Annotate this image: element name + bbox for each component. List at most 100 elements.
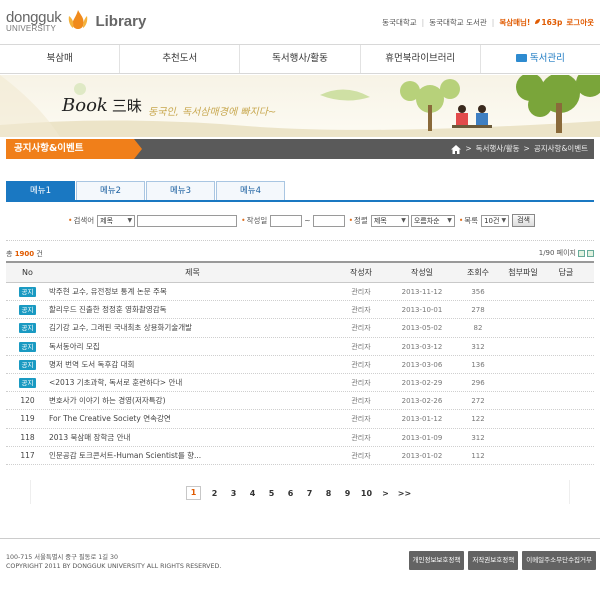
row-author: 관리자 (351, 378, 371, 387)
last-page-button[interactable]: >> (395, 489, 414, 498)
breadcrumb-item[interactable]: 독서행사/활동 (476, 139, 520, 159)
nav-human-library[interactable]: 휴먼북라이브러리 (359, 45, 480, 73)
row-author: 관리자 (351, 306, 371, 315)
row-attachment (498, 319, 548, 336)
user-points: 163p (534, 18, 562, 27)
page-current[interactable]: 1 (186, 486, 201, 500)
page-link[interactable]: 4 (243, 489, 262, 498)
row-author: 관리자 (351, 342, 371, 351)
row-title-link[interactable]: 인문공감 토크콘서트-Human Scientist를 향... (49, 447, 336, 464)
nav-recommended[interactable]: 추천도서 (119, 45, 239, 73)
date-from-input[interactable] (270, 214, 303, 227)
tab-menu3[interactable]: 메뉴3 (146, 181, 215, 200)
logo-subtext: UNIVERSITY (6, 23, 57, 33)
email-refusal-button[interactable]: 이메일주소무단수집거부 (522, 551, 596, 570)
header: dongguk UNIVERSITY Library 동국대학교 | 동국대학교… (0, 0, 600, 44)
row-title-link[interactable]: 독서동아리 모집 (49, 338, 336, 355)
row-reply (548, 283, 584, 300)
page-link[interactable]: 10 (357, 489, 376, 498)
sort-order-select[interactable]: 오름차순 ▼ (410, 214, 455, 227)
row-date: 2013-11-12 (401, 288, 443, 296)
row-reply (548, 301, 584, 318)
breadcrumb-item[interactable]: 공지사항&이벤트 (534, 139, 588, 159)
search-bar: • 검색어 제목 ▼ • 작성일 ~ • 정렬 제목 ▼ 오름차순 ▼ • 목록 10건 ▼ 검… (68, 214, 535, 227)
row-author: 관리자 (351, 415, 371, 424)
row-reply (548, 374, 584, 391)
row-title-link[interactable]: 할리우드 진출한 정정훈 영화촬영감독 (49, 301, 336, 318)
table-row[interactable]: 공지 독서동아리 모집 관리자 2013-03-12 312 (6, 338, 594, 356)
privacy-policy-button[interactable]: 개인정보보호정책 (408, 551, 465, 570)
banner-slogan: 동국인, 독서삼매경에 빠지다~ (148, 107, 277, 118)
page-size-select[interactable]: 10건 ▼ (481, 214, 510, 227)
search-button[interactable]: 검색 (512, 214, 535, 227)
table-row[interactable]: 공지 김기강 교수, 그래핀 국내최초 상용화기술개발 관리자 2013-05-02 8… (6, 319, 594, 338)
notice-table: No 제목 작성자 작성일 조회수 첨부파일 답글 공지 박주현 교수, 유전정보… (6, 261, 594, 465)
sort-field-select[interactable]: 제목 ▼ (370, 214, 409, 227)
tab-menu2[interactable]: 메뉴2 (76, 181, 145, 200)
row-reply (548, 338, 584, 355)
footer-address: 100-715 서울특별시 중구 필동로 1길 30 COPYRIGHT 201… (6, 554, 222, 570)
top-link-library[interactable]: 동국대학교 도서관 (429, 17, 487, 28)
flame-logo-icon (69, 10, 88, 29)
row-attachment (498, 447, 548, 464)
table-row[interactable]: 117 인문공감 토크콘서트-Human Scientist를 향... 관리자 20… (6, 447, 594, 465)
rss-icon[interactable] (578, 249, 585, 257)
row-author: 관리자 (351, 397, 371, 406)
page-info: 1/90 페이지 (539, 248, 594, 258)
row-date: 2013-01-02 (401, 451, 443, 460)
table-row[interactable]: 공지 명저 번역 도서 독후감 대회 관리자 2013-03-06 136 (6, 356, 594, 374)
table-row[interactable]: 공지 할리우드 진출한 정정훈 영화촬영감독 관리자 2013-10-01 278 (6, 301, 594, 320)
date-to-input[interactable] (312, 214, 345, 227)
chevron-down-icon: ▼ (501, 216, 507, 224)
banner: Book 三昧 동국인, 독서삼매경에 빠지다~ (0, 75, 600, 137)
copyright-policy-button[interactable]: 저작권보호정책 (468, 551, 519, 570)
table-row[interactable]: 공지 <2013 기초과학, 독서로 훈련하다> 안내 관리자 2013-02-29 2… (6, 374, 594, 393)
row-title-link[interactable]: 명저 번역 도서 독후감 대회 (49, 356, 336, 373)
row-title-link[interactable]: For The Creative Society 연속강연 (49, 410, 336, 427)
search-input[interactable] (137, 214, 238, 227)
table-row[interactable]: 공지 박주현 교수, 유전정보 통계 논문 주목 관리자 2013-11-12 356 (6, 283, 594, 302)
page-link[interactable]: 3 (224, 489, 243, 498)
chevron-down-icon: ▼ (127, 216, 133, 224)
row-views: 312 (471, 433, 485, 442)
search-field-select[interactable]: 제목 ▼ (97, 214, 136, 227)
row-title-link[interactable]: 박주현 교수, 유전정보 통계 논문 주목 (49, 283, 336, 300)
table-row[interactable]: 118 2013 북삼매 장학금 안내 관리자 2013-01-09 312 (6, 429, 594, 447)
nav-booksammae[interactable]: 북삼매 (0, 45, 119, 73)
row-views: 296 (471, 378, 485, 387)
nav-reading-events[interactable]: 독서행사/활동 (239, 45, 359, 73)
table-row[interactable]: 120 변호사가 이야기 하는 경영(저자특강) 관리자 2013-02-26 272 (6, 392, 594, 411)
row-title-link[interactable]: 변호사가 이야기 하는 경영(저자특강) (49, 392, 336, 409)
notice-badge: 공지 (18, 377, 37, 388)
row-views: 278 (471, 306, 485, 315)
page-link[interactable]: 6 (281, 489, 300, 498)
row-date: 2013-03-12 (401, 342, 443, 351)
row-date: 2013-02-26 (401, 397, 443, 406)
row-attachment (498, 410, 548, 427)
row-author: 관리자 (351, 360, 371, 369)
nav-reading-management[interactable]: 독서관리 (479, 45, 600, 73)
chevron-down-icon: ▼ (401, 216, 406, 224)
next-page-button[interactable]: > (376, 489, 395, 498)
tab-menu4[interactable]: 메뉴4 (216, 181, 285, 200)
banner-title: Book 三昧 (62, 95, 142, 116)
row-title-link[interactable]: <2013 기초과학, 독서로 훈련하다> 안내 (49, 374, 336, 391)
logo[interactable]: dongguk UNIVERSITY Library (6, 8, 146, 34)
divider (6, 240, 594, 241)
page-link[interactable]: 7 (300, 489, 319, 498)
pagination: 1 2 3 4 5 6 7 8 9 10 > >> (0, 486, 600, 500)
row-reply (548, 392, 584, 409)
table-row[interactable]: 119 For The Creative Society 연속강연 관리자 2013-… (6, 410, 594, 429)
top-link-dongguk[interactable]: 동국대학교 (382, 17, 417, 28)
page-link[interactable]: 2 (205, 489, 224, 498)
page-link[interactable]: 5 (262, 489, 281, 498)
page-link[interactable]: 8 (319, 489, 338, 498)
page-link[interactable]: 9 (338, 489, 357, 498)
row-title-link[interactable]: 2013 북삼매 장학금 안내 (49, 429, 336, 446)
row-reply (548, 356, 584, 373)
row-title-link[interactable]: 김기강 교수, 그래핀 국내최초 상용화기술개발 (49, 319, 336, 336)
excel-icon[interactable] (587, 249, 594, 257)
home-icon[interactable] (451, 144, 462, 154)
logout-link[interactable]: 로그아웃 (566, 17, 594, 28)
tab-menu1[interactable]: 메뉴1 (6, 181, 75, 200)
